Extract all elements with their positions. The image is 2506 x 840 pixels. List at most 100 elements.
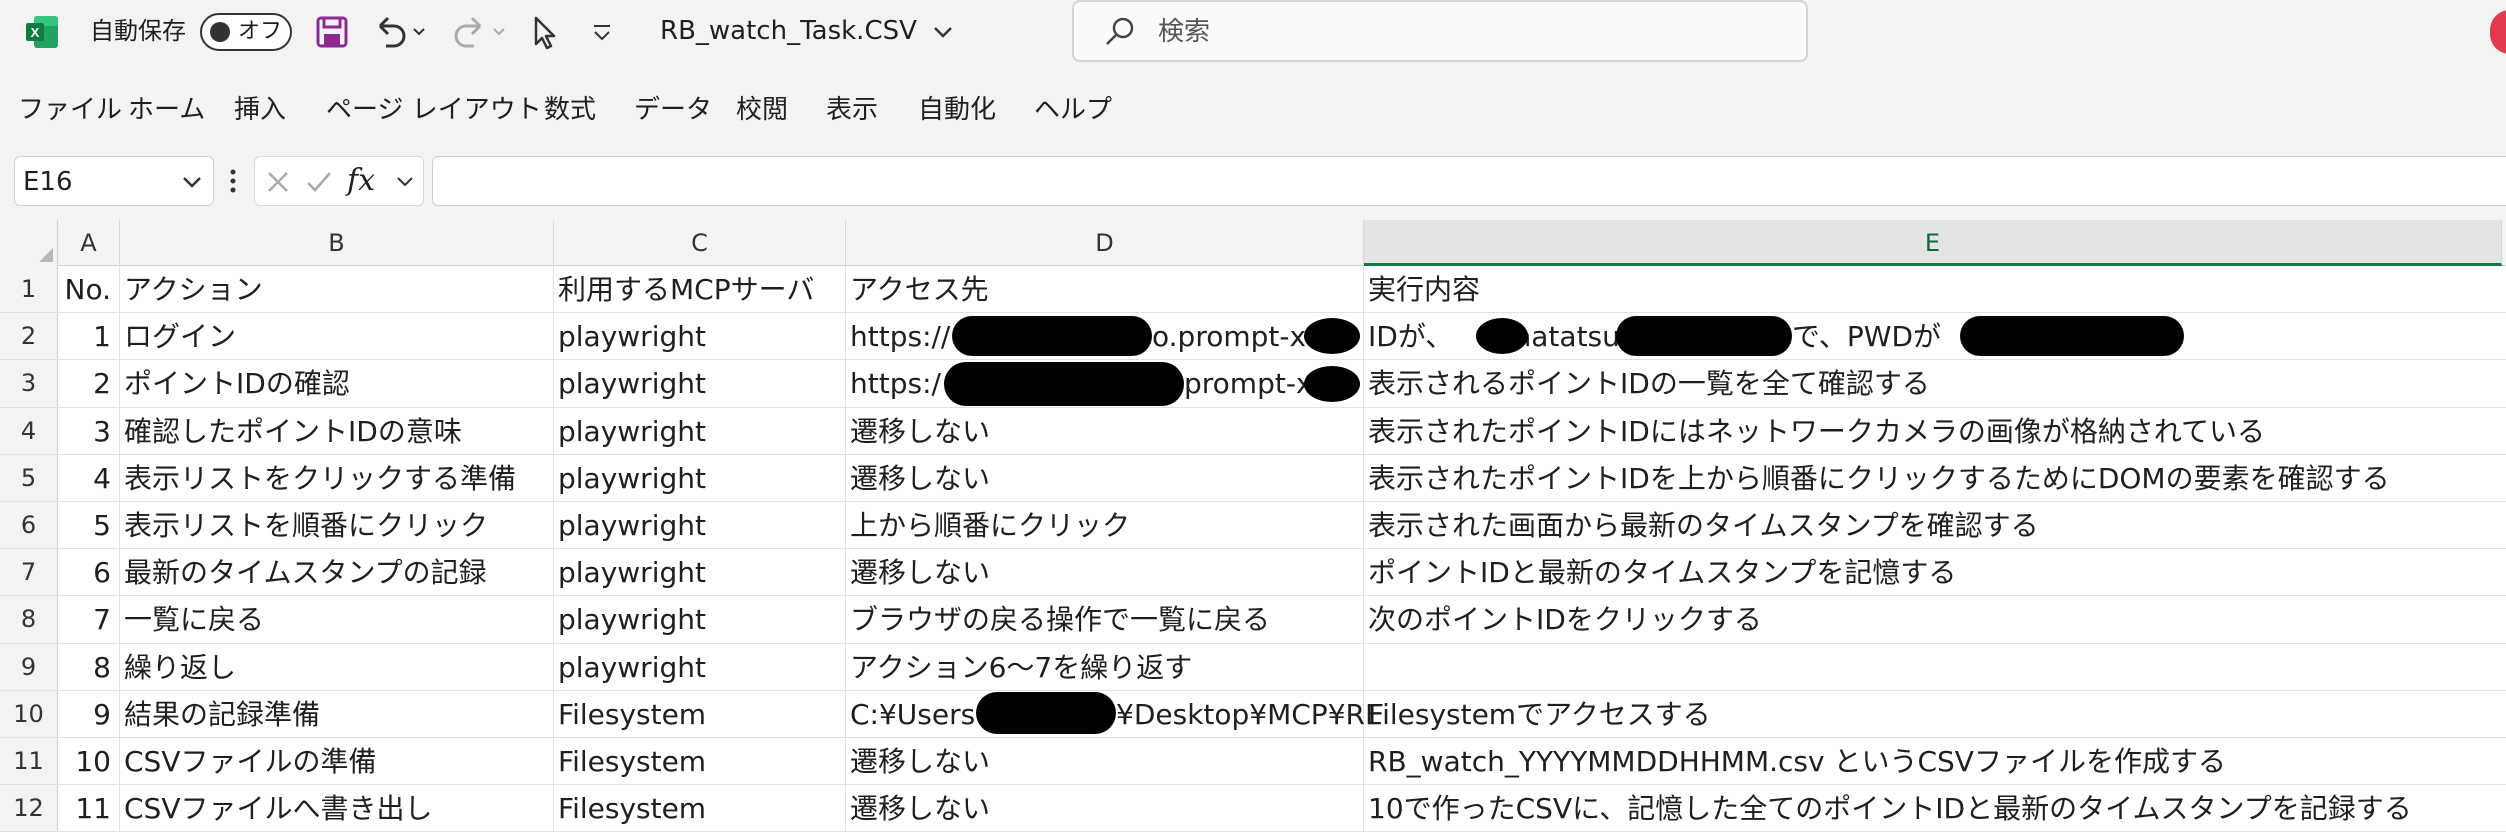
select-all-corner[interactable] — [0, 220, 58, 266]
tab-review[interactable]: 校閲 — [736, 92, 788, 128]
row-header[interactable]: 11 — [0, 738, 58, 785]
cell-a[interactable]: No. — [58, 266, 120, 313]
formula-input[interactable] — [432, 156, 2506, 206]
cell-a[interactable]: 7 — [58, 596, 120, 643]
enter-check-icon[interactable] — [305, 169, 333, 195]
undo-icon[interactable] — [370, 12, 426, 52]
column-header-d[interactable]: D — [846, 220, 1364, 266]
cell-b[interactable]: 表示リストをクリックする準備 — [120, 454, 554, 501]
cell-a[interactable]: 6 — [58, 549, 120, 596]
chevron-down-icon[interactable] — [181, 174, 203, 190]
chevron-down-icon[interactable] — [395, 175, 415, 189]
cell-b[interactable]: 繰り返し — [120, 643, 554, 690]
cell-a[interactable]: 10 — [58, 738, 120, 785]
cell-c[interactable]: Filesystem — [554, 785, 846, 832]
tab-view[interactable]: 表示 — [826, 92, 878, 128]
cell-a[interactable]: 9 — [58, 690, 120, 737]
autosave-toggle[interactable]: オフ — [200, 13, 292, 51]
insert-function-button[interactable]: fx — [347, 163, 375, 199]
row-header[interactable]: 2 — [0, 313, 58, 360]
cell-d[interactable]: 遷移しない — [846, 549, 1364, 596]
cell-d[interactable]: 遷移しない — [846, 785, 1364, 832]
cell-e[interactable]: 表示されたポイントIDを上から順番にクリックするためにDOMの要素を確認する — [1364, 455, 2506, 501]
save-icon[interactable] — [312, 12, 352, 52]
cell-d[interactable]: アクション6〜7を繰り返す — [846, 643, 1364, 690]
cell-b[interactable]: 一覧に戻る — [120, 596, 554, 643]
cell-e[interactable]: 表示されたポイントIDにはネットワークカメラの画像が格納されている — [1364, 408, 2506, 454]
cell-d[interactable]: 上から順番にクリック — [846, 502, 1364, 549]
column-header-a[interactable]: A — [58, 220, 120, 266]
row-header[interactable]: 10 — [0, 690, 58, 737]
search-box[interactable]: 検索 — [1072, 0, 1808, 62]
row-header[interactable]: 7 — [0, 549, 58, 596]
cell-e[interactable]: 次のポイントIDをクリックする — [1364, 596, 2506, 642]
cell-c[interactable]: playwright — [554, 360, 846, 407]
cell-e[interactable] — [1364, 644, 2506, 690]
customize-toolbar-icon[interactable] — [588, 12, 616, 52]
cell-e[interactable]: 表示されるポイントIDの一覧を全て確認する — [1364, 360, 2506, 406]
cell-c[interactable]: playwright — [554, 407, 846, 454]
cell-c[interactable]: playwright — [554, 502, 846, 549]
cell-b[interactable]: ログイン — [120, 313, 554, 360]
cancel-icon[interactable] — [265, 169, 291, 195]
cell-d[interactable]: 遷移しない — [846, 454, 1364, 501]
file-title[interactable]: RB_watch_Task.CSV — [660, 15, 955, 47]
column-header-e[interactable]: E — [1364, 220, 2502, 266]
cell-b[interactable]: アクション — [120, 266, 554, 313]
cell-c[interactable]: playwright — [554, 596, 846, 643]
tab-insert[interactable]: 挿入 — [234, 92, 286, 128]
cell-b[interactable]: 表示リストを順番にクリック — [120, 502, 554, 549]
cell-d[interactable]: 遷移しない — [846, 738, 1364, 785]
cell-a[interactable]: 2 — [58, 360, 120, 407]
cell-a[interactable]: 3 — [58, 407, 120, 454]
cell-c[interactable]: playwright — [554, 549, 846, 596]
cell-c[interactable]: Filesystem — [554, 690, 846, 737]
tab-data[interactable]: データ — [634, 92, 712, 128]
cell-b[interactable]: 最新のタイムスタンプの記録 — [120, 549, 554, 596]
row-header[interactable]: 12 — [0, 785, 58, 832]
pointer-icon[interactable] — [526, 12, 562, 52]
cell-e[interactable]: 実行内容 — [1364, 266, 2506, 312]
tab-automate[interactable]: 自動化 — [918, 92, 996, 128]
name-box[interactable]: E16 — [14, 156, 214, 206]
row-header[interactable]: 1 — [0, 266, 58, 313]
row-header[interactable]: 6 — [0, 502, 58, 549]
row-header[interactable]: 8 — [0, 596, 58, 643]
cell-b[interactable]: CSVファイルの準備 — [120, 738, 554, 785]
row-header[interactable]: 9 — [0, 643, 58, 690]
tab-help[interactable]: ヘルプ — [1034, 92, 1112, 128]
column-header-b[interactable]: B — [120, 220, 554, 266]
cell-e[interactable]: ポイントIDと最新のタイムスタンプを記憶する — [1364, 549, 2506, 595]
cell-c[interactable]: playwright — [554, 454, 846, 501]
cell-b[interactable]: 確認したポイントIDの意味 — [120, 407, 554, 454]
row-header[interactable]: 3 — [0, 360, 58, 407]
cell-e[interactable]: 表示された画面から最新のタイムスタンプを確認する — [1364, 502, 2506, 548]
tab-home[interactable]: ホーム — [128, 92, 205, 128]
cell-d[interactable]: ブラウザの戻る操作で一覧に戻る — [846, 596, 1364, 643]
cell-e[interactable]: RB_watch_YYYYMMDDHHMM.csv というCSVファイルを作成す… — [1364, 738, 2506, 784]
cell-e[interactable]: 10で作ったCSVに、記憶した全てのポイントIDと最新のタイムスタンプを記録する — [1364, 785, 2506, 831]
cell-b[interactable]: CSVファイルへ書き出し — [120, 785, 554, 832]
cell-a[interactable]: 8 — [58, 643, 120, 690]
more-options-icon[interactable] — [226, 166, 240, 196]
cell-c[interactable]: playwright — [554, 643, 846, 690]
row-header[interactable]: 5 — [0, 454, 58, 501]
tab-file[interactable]: ファイル — [18, 92, 122, 128]
row-header[interactable]: 4 — [0, 407, 58, 454]
cell-a[interactable]: 1 — [58, 313, 120, 360]
cell-a[interactable]: 11 — [58, 785, 120, 832]
cell-d[interactable]: 遷移しない — [846, 407, 1364, 454]
cell-e[interactable]: Filesystemでアクセスする — [1364, 691, 2506, 737]
cell-d[interactable]: アクセス先 — [846, 266, 1364, 313]
tab-page-layout[interactable]: ページ レイアウト — [326, 92, 542, 128]
cell-a[interactable]: 4 — [58, 454, 120, 501]
column-header-c[interactable]: C — [554, 220, 846, 266]
cell-c[interactable]: Filesystem — [554, 738, 846, 785]
cell-a[interactable]: 5 — [58, 502, 120, 549]
cell-c[interactable]: playwright — [554, 313, 846, 360]
cell-c[interactable]: 利用するMCPサーバ — [554, 266, 846, 313]
cell-b[interactable]: ポイントIDの確認 — [120, 360, 554, 407]
redo-icon[interactable] — [450, 12, 506, 52]
account-avatar[interactable] — [2490, 10, 2506, 54]
search-input[interactable]: 検索 — [1158, 16, 1210, 48]
